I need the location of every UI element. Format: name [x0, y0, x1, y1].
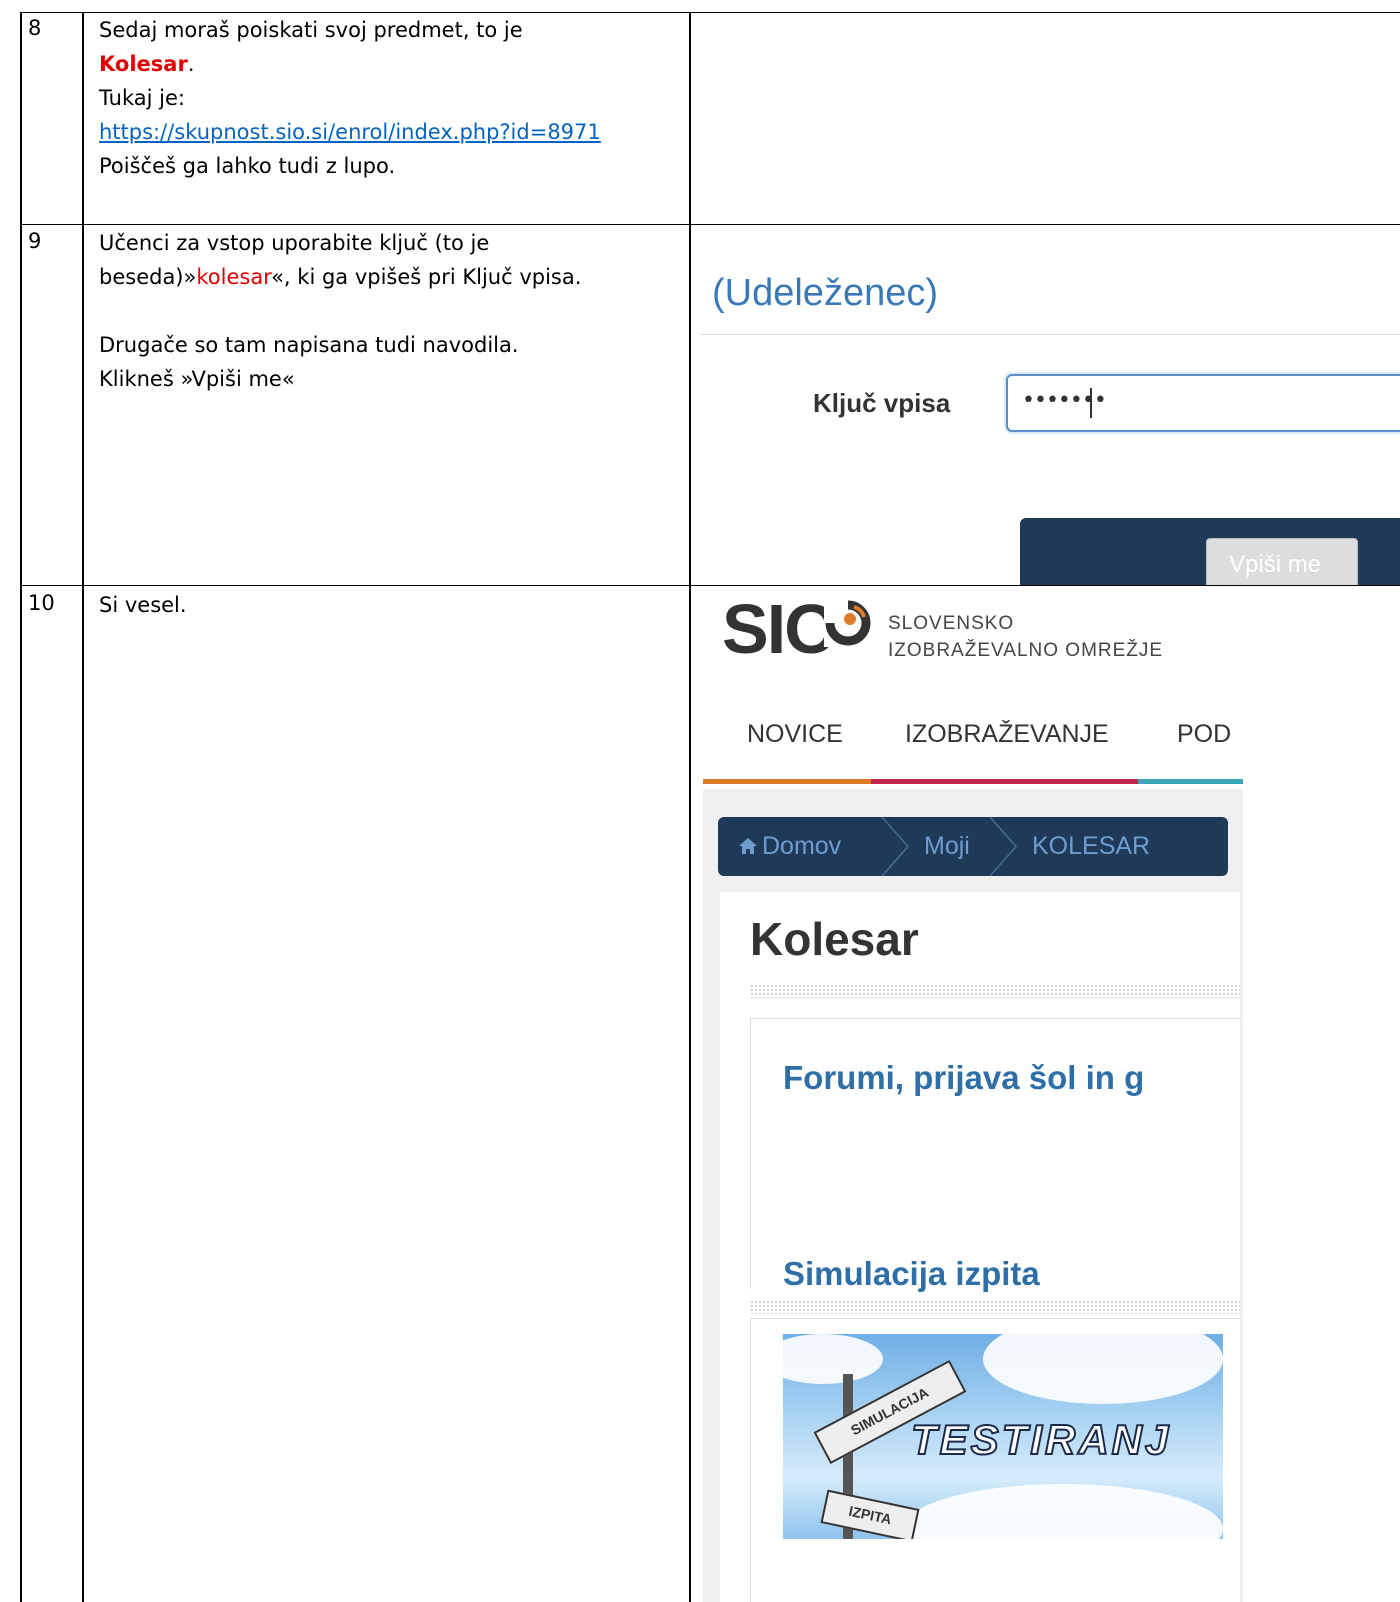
text-line: Sedaj moraš poiskati svoj predmet, to je [99, 18, 523, 42]
sio-logo: SIO [722, 589, 839, 669]
logo-subtitle-2: IZOBRAŽEVALNO OMREŽJE [888, 640, 1164, 661]
breadcrumb-separator-icon [881, 817, 909, 876]
banner-text: TESTIRANJ [910, 1415, 1172, 1464]
enrol-me-button[interactable]: Vpiši me [1206, 538, 1358, 585]
text-line: Kolesar. [99, 47, 659, 81]
nav-item-izobrazevanje[interactable]: IZOBRAŽEVANJE [905, 720, 1109, 749]
row-8-text: Sedaj moraš poiskati svoj predmet, to je… [99, 13, 659, 183]
nav-item-pod[interactable]: POD [1177, 720, 1231, 749]
text-line: https://skupnost.sio.si/enrol/index.php?… [99, 115, 659, 149]
masked-value: ••••••• [1022, 388, 1107, 413]
section-title-forum[interactable]: Forumi, prijava šol in g [783, 1059, 1144, 1097]
text-line: Učenci za vstop uporabite ključ (to je [99, 231, 490, 255]
sio-logo-mark-icon [824, 599, 872, 647]
text-line: beseda)»kolesar«, ki ga vpišeš pri Ključ… [99, 260, 659, 294]
enrolment-key-input[interactable]: ••••••• [1006, 374, 1400, 432]
row-divider [20, 224, 1400, 225]
row-number: 10 [28, 591, 55, 615]
punctuation: . [187, 52, 195, 76]
text-fragment: beseda)» [99, 265, 197, 289]
nav-underline-teal [1138, 779, 1243, 784]
course-title: Kolesar [750, 913, 919, 965]
home-icon [739, 838, 757, 854]
row-10-text: Si vesel. [99, 588, 659, 622]
table-left-border [20, 12, 22, 1602]
signpost-sign: IZPITA [820, 1489, 920, 1539]
logo-subtitle-1: SLOVENSKO [888, 613, 1015, 634]
row-number: 9 [28, 229, 42, 253]
course-link[interactable]: https://skupnost.sio.si/enrol/index.php?… [99, 120, 601, 144]
breadcrumb-moji[interactable]: Moji [924, 832, 970, 861]
text-caret [1090, 388, 1092, 418]
text-line: Si vesel. [99, 593, 187, 617]
nav-underline-orange [703, 779, 871, 784]
key-label: Ključ vpisa [813, 388, 951, 418]
cloud [983, 1334, 1223, 1404]
nav-item-novice[interactable]: NOVICE [747, 720, 843, 749]
breadcrumb-separator-icon [989, 817, 1017, 876]
dotted-divider [750, 984, 1240, 998]
text-line: Tukaj je: [99, 86, 185, 110]
course-screenshot: SIO SLOVENSKO IZOBRAŽEVALNO OMREŽJE NOVI… [703, 589, 1400, 1602]
testing-banner-image: SIMULACIJA IZPITA TESTIRANJ [783, 1334, 1223, 1539]
role-heading: (Udeleženec) [712, 272, 938, 314]
dotted-divider [750, 1300, 1240, 1314]
text-line: Poiščeš ga lahko tudi z lupo. [99, 154, 396, 178]
text-line: Klikneš »Vpiši me« [99, 367, 295, 391]
breadcrumb: Domov Moji KOLESAR [718, 817, 1228, 876]
row-9-text: Učenci za vstop uporabite ključ (to je b… [99, 226, 659, 396]
button-label: Vpiši me [1229, 551, 1322, 578]
section-title-simulation[interactable]: Simulacija izpita [783, 1255, 1040, 1293]
row-divider [20, 585, 1400, 586]
column-divider [689, 12, 691, 1602]
enrol-screenshot: (Udeleženec) Ključ vpisa ••••••• Vpiši m… [700, 240, 1400, 585]
row-number: 8 [28, 16, 42, 40]
text-line: Drugače so tam napisana tudi navodila. [99, 333, 519, 357]
nav-underline-red [871, 779, 1138, 784]
cloud [903, 1484, 1223, 1539]
cloud [783, 1334, 883, 1384]
breadcrumb-kolesar[interactable]: KOLESAR [1032, 832, 1150, 861]
highlight-word: kolesar [196, 265, 272, 289]
text-fragment: «, ki ga vpišeš pri Ključ vpisa. [271, 265, 582, 289]
breadcrumb-home[interactable]: Domov [762, 832, 841, 861]
highlight-word: Kolesar [99, 52, 188, 76]
column-divider [82, 12, 84, 1602]
logo-text: SIO [722, 590, 839, 668]
divider [700, 334, 1400, 335]
